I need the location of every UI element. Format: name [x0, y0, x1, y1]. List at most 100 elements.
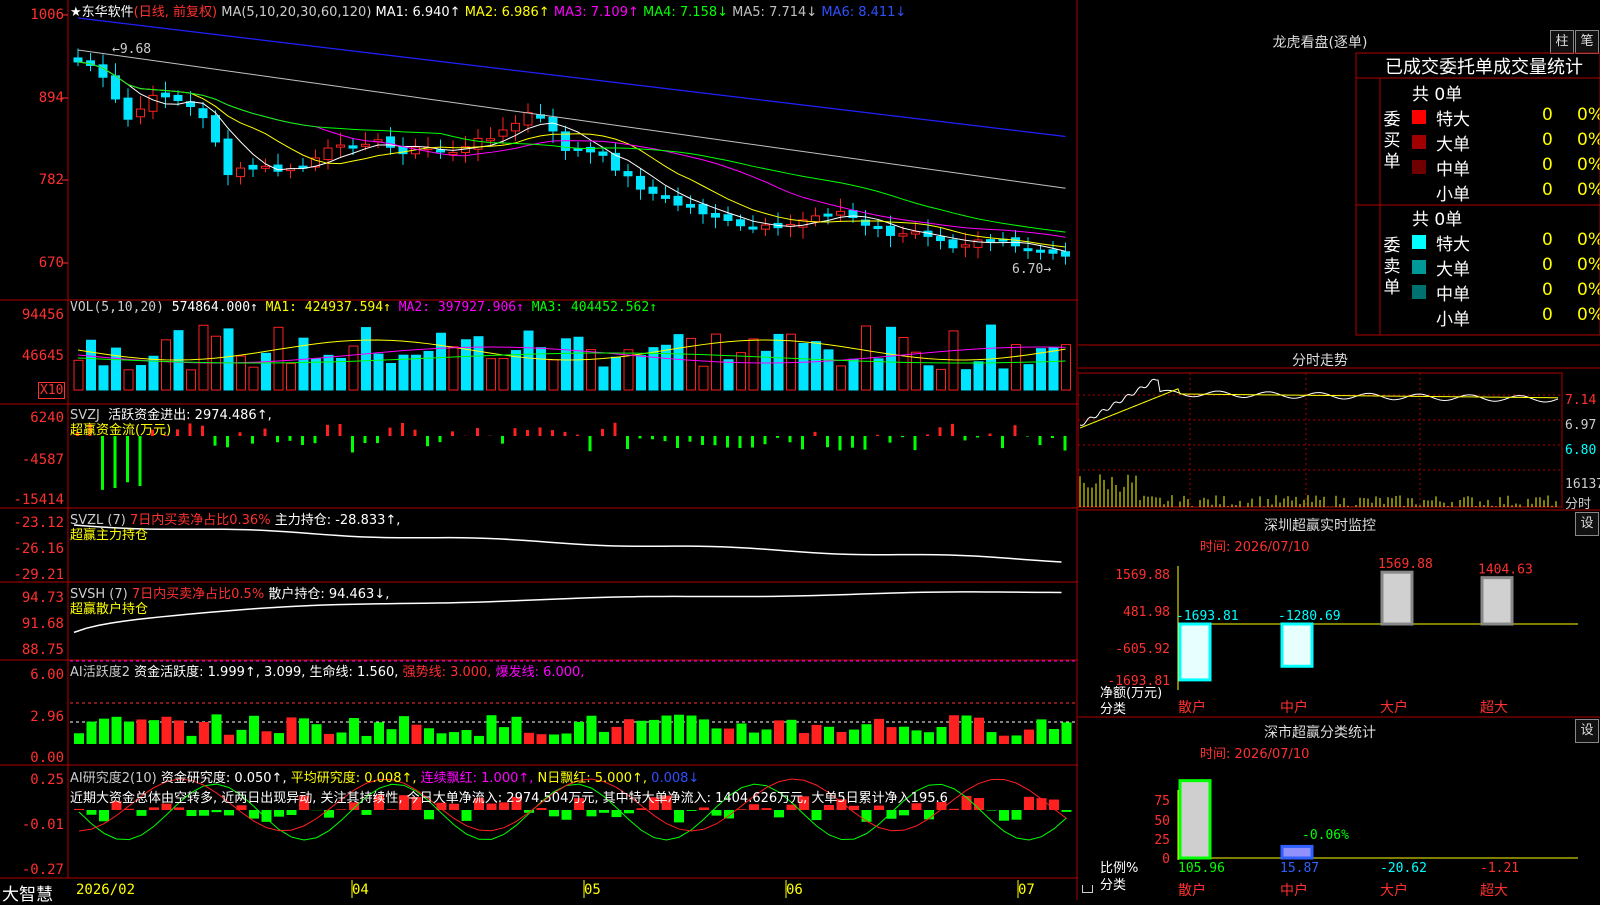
ai-activity-a: 资金活跃度: 1.999↑, [134, 665, 260, 680]
volume-bar [724, 360, 733, 390]
candle-body [912, 232, 920, 234]
research-bar [212, 810, 222, 812]
activity-bar [299, 718, 309, 744]
activity-bar [1037, 719, 1047, 744]
activity-bar [824, 727, 834, 744]
kline-main-chart[interactable] [0, 0, 1078, 900]
fund-flow-bar [289, 436, 292, 441]
candle-body [237, 168, 245, 177]
vol-ma2: MA2: 397927.906↑ [399, 300, 524, 315]
research-bar [724, 810, 734, 818]
svzj-tick: -15414 [0, 492, 64, 508]
candle-body [224, 139, 232, 174]
candle-body [362, 144, 370, 146]
ai-activity-c: 生命线: 1.560, [310, 665, 399, 680]
activity-bar [812, 725, 822, 744]
candle-body [112, 76, 120, 99]
activity-bar [349, 718, 359, 744]
candle-body [449, 153, 457, 155]
fund-flow-bar [751, 436, 754, 447]
vol-panel-header: VOL(5,10,20) 574864.000↑ MA1: 424937.594… [70, 300, 657, 315]
fund-flow-bar [926, 434, 929, 436]
candle-body [1024, 249, 1032, 251]
volume-bar [899, 337, 908, 390]
stock-name: 东华软件 [82, 5, 134, 20]
activity-bar [712, 728, 722, 744]
activity-bar [487, 715, 497, 744]
activity-bar [599, 732, 609, 744]
research-bar [537, 808, 547, 810]
fund-flow-bar [614, 423, 617, 436]
activity-bar [1024, 730, 1034, 744]
vol-unit-badge[interactable]: X10 [38, 382, 65, 399]
activity-bar [499, 727, 509, 744]
candle-body [699, 204, 707, 213]
ma-params: MA(5,10,20,30,60,120) [221, 5, 371, 20]
activity-bar [1012, 735, 1022, 744]
volume-bar [637, 356, 646, 390]
fund-flow-bar [301, 436, 304, 445]
research-bar [337, 809, 347, 810]
volume-bar [962, 370, 971, 390]
activity-bar [512, 717, 522, 744]
activity-bar [962, 716, 972, 744]
fund-flow-bar [214, 436, 217, 446]
price-tick: 894 [0, 90, 64, 106]
fund-flow-bar [564, 432, 567, 436]
activity-bar [412, 725, 422, 744]
volume-bar [612, 357, 621, 390]
candle-body [987, 240, 995, 242]
volume-bar [437, 333, 446, 390]
volume-bar [937, 369, 946, 390]
fund-flow-bar [426, 436, 429, 446]
period-label[interactable]: (日线, 前复权) [134, 5, 217, 20]
ma6-value: MA6: 8.411↓ [821, 5, 906, 20]
date-tick: 07 [1018, 882, 1035, 898]
fund-flow-bar [501, 436, 504, 444]
date-tick: 06 [786, 882, 803, 898]
ma2-value: MA2: 6.986↑ [465, 5, 550, 20]
candle-body [962, 245, 970, 247]
volume-bar [187, 370, 196, 390]
brand-logo[interactable]: 大智慧 [2, 880, 53, 905]
research-bar [899, 810, 909, 815]
activity-bar [874, 719, 884, 744]
vol-tick: 94456 [0, 307, 64, 323]
candle-body [874, 226, 882, 228]
candle-body [687, 204, 695, 207]
activity-bar [587, 716, 597, 744]
activity-bar [762, 729, 772, 744]
candle-body [324, 148, 332, 159]
svzl-value: 主力持仓: -28.833↑, [275, 513, 401, 528]
fund-flow-bar [676, 436, 679, 448]
ai-research-d: N日飘红: 5.000↑, [538, 771, 647, 786]
svzl-tick: -23.12 [0, 515, 64, 531]
volume-bar [749, 339, 758, 390]
activity-bar [374, 722, 384, 744]
fund-flow-bar [314, 436, 317, 443]
research-bar [812, 810, 822, 820]
ai-activity-e: 爆发线: 6.000, [496, 665, 585, 680]
activity-bar [287, 717, 297, 744]
svzl-tick: -29.21 [0, 567, 64, 583]
research-bar [624, 810, 634, 813]
activity-bar [749, 733, 759, 744]
volume-bar [412, 355, 421, 390]
date-tick: 2026/02 [76, 882, 135, 898]
bar-chart-tick: 25 [1154, 833, 1170, 848]
activity-bar [837, 732, 847, 744]
fund-flow-bar [689, 436, 692, 442]
activity-bar [337, 732, 347, 744]
order-stats-box [1356, 53, 1600, 335]
volume-bar [887, 327, 896, 390]
volume-bar [974, 362, 983, 390]
volume-bar [1037, 349, 1046, 390]
volume-bar [499, 359, 508, 390]
star-icon[interactable]: ★ [70, 5, 82, 20]
category-label: 超大 [1480, 883, 1508, 899]
category-label: 大户 [1380, 882, 1408, 899]
research-bar [924, 810, 934, 819]
activity-bar [449, 732, 459, 744]
bar-value-label: -1693.81 [1176, 609, 1239, 624]
activity-bar [187, 736, 197, 744]
